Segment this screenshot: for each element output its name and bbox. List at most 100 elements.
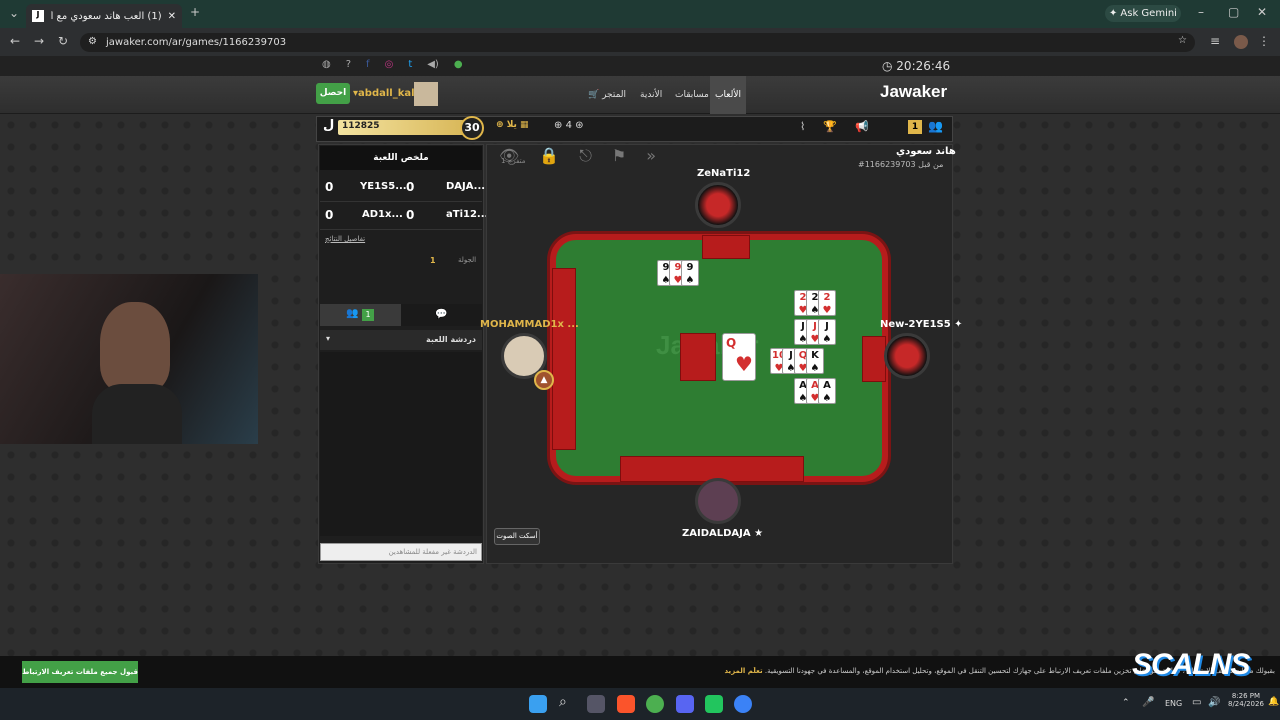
ask-gemini-button[interactable]: ✦ Ask Gemini <box>1105 5 1181 22</box>
game-title: هاند سعودي <box>896 146 956 157</box>
rss-icon[interactable]: ⌇ <box>800 120 805 133</box>
user-avatar[interactable] <box>414 82 438 106</box>
player-name-top: ZeNaTi12 <box>697 168 751 179</box>
tokens-counter[interactable]: ⊕ 4 ⊛ <box>554 120 584 131</box>
help-icon[interactable]: ? <box>346 59 351 70</box>
task-view-icon[interactable] <box>587 695 605 713</box>
score-details-link[interactable]: تفاصيل النتائج <box>325 235 365 243</box>
get-coins-button[interactable]: احصل <box>316 83 350 104</box>
webcam-overlay <box>0 274 258 444</box>
search-icon[interactable]: ⌕ <box>559 694 567 710</box>
friends-icon[interactable]: 👥 <box>928 119 943 133</box>
discord-icon[interactable] <box>676 695 694 713</box>
new-tab-icon[interactable]: + <box>190 5 200 19</box>
score-row: 0 AD1x... 0 aTi12... <box>320 202 488 230</box>
draw-pile[interactable] <box>680 333 716 381</box>
nav-tournaments[interactable]: مسابقات <box>675 90 709 100</box>
mute-button[interactable]: أسكت الصوت <box>494 528 540 545</box>
player-avatar-top[interactable] <box>695 182 741 228</box>
back-icon[interactable]: ← <box>10 34 20 48</box>
volume-icon[interactable]: 🔊 <box>1208 697 1220 708</box>
game-subtitle: #1166239703 من قبل <box>858 160 944 169</box>
windows-taskbar <box>0 688 1280 720</box>
chrome-icon[interactable] <box>646 695 664 713</box>
maximize-icon[interactable]: ▢ <box>1228 5 1239 19</box>
instagram-icon[interactable]: ◎ <box>385 59 394 70</box>
streamer-shirt <box>92 384 182 444</box>
lock-icon[interactable]: 🔒 <box>539 146 559 170</box>
xp-progress-bar: 112825 <box>338 120 464 135</box>
bookmark-star-icon[interactable]: ☆ <box>1178 35 1187 46</box>
tab-search-icon[interactable]: ⌄ <box>9 6 19 20</box>
meld-card: K ♠ <box>806 348 824 374</box>
notification-icon[interactable]: 🔔 <box>1268 697 1279 707</box>
meld-card: A ♠ <box>818 378 836 404</box>
windows-start-icon[interactable] <box>529 695 547 713</box>
site-info-icon[interactable]: ⚙ <box>88 36 97 47</box>
gift-button[interactable]: ⊕ يلا ▦ <box>496 120 529 130</box>
browser-tab[interactable]: J (1) العب هاند سعودي مع أصدقا... ✕ <box>26 4 182 28</box>
nav-store[interactable]: 🛒 المتجر <box>588 90 626 100</box>
chevron-down-icon: ▾ <box>326 334 331 343</box>
app-icon-2[interactable] <box>734 695 752 713</box>
taskbar-clock[interactable]: 8:26 PM 8/24/2026 <box>1228 692 1264 708</box>
app-icon[interactable] <box>705 695 723 713</box>
right-player-deck <box>862 336 886 382</box>
reading-list-icon[interactable]: ≡ <box>1210 34 1220 48</box>
score-row: 0 YE1S5... 0 DAJA... <box>320 174 485 202</box>
accept-cookies-button[interactable]: قبول جميع ملفات تعريف الارتباط <box>22 661 138 683</box>
plus-circle-icon: ⊕ <box>554 120 563 131</box>
minimize-icon[interactable]: – <box>1198 5 1204 19</box>
player-avatar-bottom[interactable] <box>695 478 741 524</box>
nav-games[interactable]: الألعاب <box>710 76 746 114</box>
network-icon[interactable]: ▭ <box>1192 697 1201 708</box>
round-value: 1 <box>430 256 436 265</box>
tab-players[interactable]: 👥 1 <box>320 304 401 326</box>
nav-clubs[interactable]: الأندية <box>640 90 662 100</box>
tab-chat[interactable]: 💬 <box>401 304 482 326</box>
rank-badge-icon: ▲ <box>534 370 554 390</box>
language-indicator[interactable]: ENG <box>1165 699 1182 708</box>
skip-icon[interactable]: » <box>646 146 656 170</box>
facebook-icon[interactable]: f <box>366 59 370 70</box>
jawaker-favicon-icon: J <box>32 10 44 22</box>
microphone-icon[interactable]: 🎤 <box>1142 697 1154 708</box>
spectator-count: 1 متفرج <box>501 157 526 165</box>
summary-title: ملخص اللعبة <box>320 146 482 170</box>
social-strip <box>0 56 1280 76</box>
sound-icon[interactable]: ◀) <box>427 59 439 70</box>
chat-channel-select[interactable]: ▾ دردشة اللعبة <box>320 330 482 350</box>
learn-more-link[interactable]: تعلّم المزيد <box>725 667 763 675</box>
player-name-right: New-2YE1S5 ✦ <box>880 319 963 330</box>
meld-card: 9 ♠ <box>681 260 699 286</box>
close-window-icon[interactable]: ✕ <box>1257 5 1267 19</box>
jawaker-logo[interactable]: Jawaker <box>880 82 947 102</box>
gemini-icon: ✦ <box>1109 8 1118 19</box>
tray-chevron-icon[interactable]: ⌃ <box>1122 698 1130 708</box>
profile-avatar[interactable] <box>1234 35 1248 49</box>
discard-card[interactable]: Q ♥ <box>722 333 756 381</box>
gamepad-icon[interactable]: ● <box>454 59 463 70</box>
globe-icon[interactable]: ◍ <box>322 59 331 70</box>
cookie-text: بقبولك ملفات تعريف الارتباط" ، فإنك تواف… <box>724 667 1275 675</box>
menu-kebab-icon[interactable]: ⋮ <box>1258 34 1270 48</box>
brave-icon[interactable] <box>617 695 635 713</box>
gift-icon: ▦ <box>520 120 529 130</box>
kick-icon[interactable]: ⚑ <box>612 146 626 170</box>
username-dropdown[interactable]: ▾abdall_kal <box>353 88 415 99</box>
chat-input[interactable]: الدردشة غير مفعلة للمشاهدين <box>320 543 482 561</box>
reload-icon[interactable]: ↻ <box>58 34 68 48</box>
exit-door-icon[interactable]: ⎋ <box>579 146 592 170</box>
streamer-figure <box>100 302 170 392</box>
player-name-left: MOHAMMAD1x ... <box>480 319 579 330</box>
megaphone-icon[interactable]: 📢 <box>855 120 869 133</box>
trophy-icon[interactable]: 🏆 <box>823 120 837 133</box>
forward-icon[interactable]: → <box>34 34 44 48</box>
player-avatar-right[interactable] <box>884 333 930 379</box>
twitter-icon[interactable]: t <box>408 59 412 70</box>
url-input[interactable]: ⚙ jawaker.com/ar/games/1166239703 ☆ <box>80 33 1195 52</box>
top-player-deck <box>702 235 750 259</box>
friends-badge: 1 <box>908 120 922 134</box>
heart-icon: ♥ <box>735 352 753 376</box>
close-tab-icon[interactable]: ✕ <box>168 11 176 22</box>
